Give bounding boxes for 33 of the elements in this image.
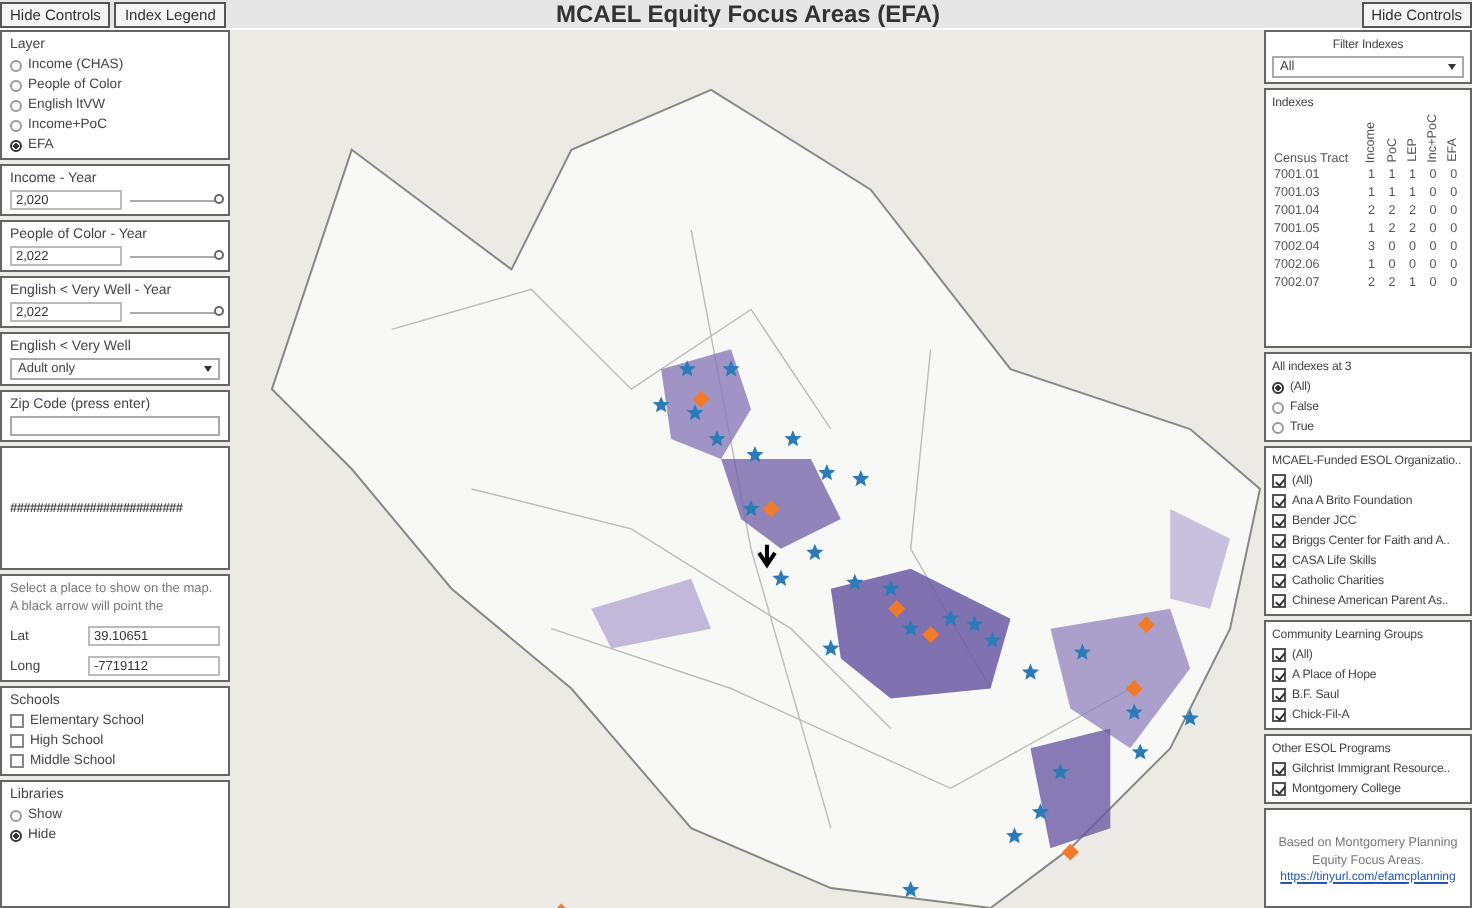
checkbox[interactable]: [10, 734, 24, 748]
radio-button[interactable]: [10, 59, 22, 71]
radio-button[interactable]: [1272, 401, 1284, 413]
slider-thumb[interactable]: [214, 305, 224, 315]
radio-button[interactable]: [10, 829, 22, 841]
checkbox[interactable]: [1272, 594, 1286, 608]
checkbox[interactable]: [1272, 554, 1286, 568]
slider-thumb[interactable]: [214, 193, 224, 203]
checkbox[interactable]: [1272, 514, 1286, 528]
checkbox[interactable]: [1272, 688, 1286, 702]
radio-button[interactable]: [1272, 421, 1284, 433]
radio-button[interactable]: [10, 99, 22, 111]
radio-button[interactable]: [10, 809, 22, 821]
checkbox[interactable]: [1272, 474, 1286, 488]
checkbox[interactable]: [1272, 534, 1286, 548]
slider-thumb[interactable]: [214, 249, 224, 259]
checkbox[interactable]: [1272, 762, 1286, 776]
checkbox[interactable]: [1272, 574, 1286, 588]
caret-icon: [204, 366, 212, 372]
checkbox[interactable]: [10, 714, 24, 728]
checkbox[interactable]: [1272, 648, 1286, 662]
caret-icon: [1448, 64, 1456, 70]
checkbox[interactable]: [1272, 782, 1286, 796]
checkbox[interactable]: [1272, 668, 1286, 682]
radio-button[interactable]: [10, 119, 22, 131]
dashboard-title: MCAEL Equity Focus Areas (EFA): [553, 0, 943, 28]
radio-button[interactable]: [10, 79, 22, 91]
checkbox[interactable]: [1272, 708, 1286, 722]
radio-button[interactable]: [1272, 381, 1284, 393]
radio-button[interactable]: [10, 139, 22, 151]
zip-code-field[interactable]: [10, 416, 220, 436]
checkbox[interactable]: [1272, 494, 1286, 508]
checkbox[interactable]: [10, 754, 24, 768]
